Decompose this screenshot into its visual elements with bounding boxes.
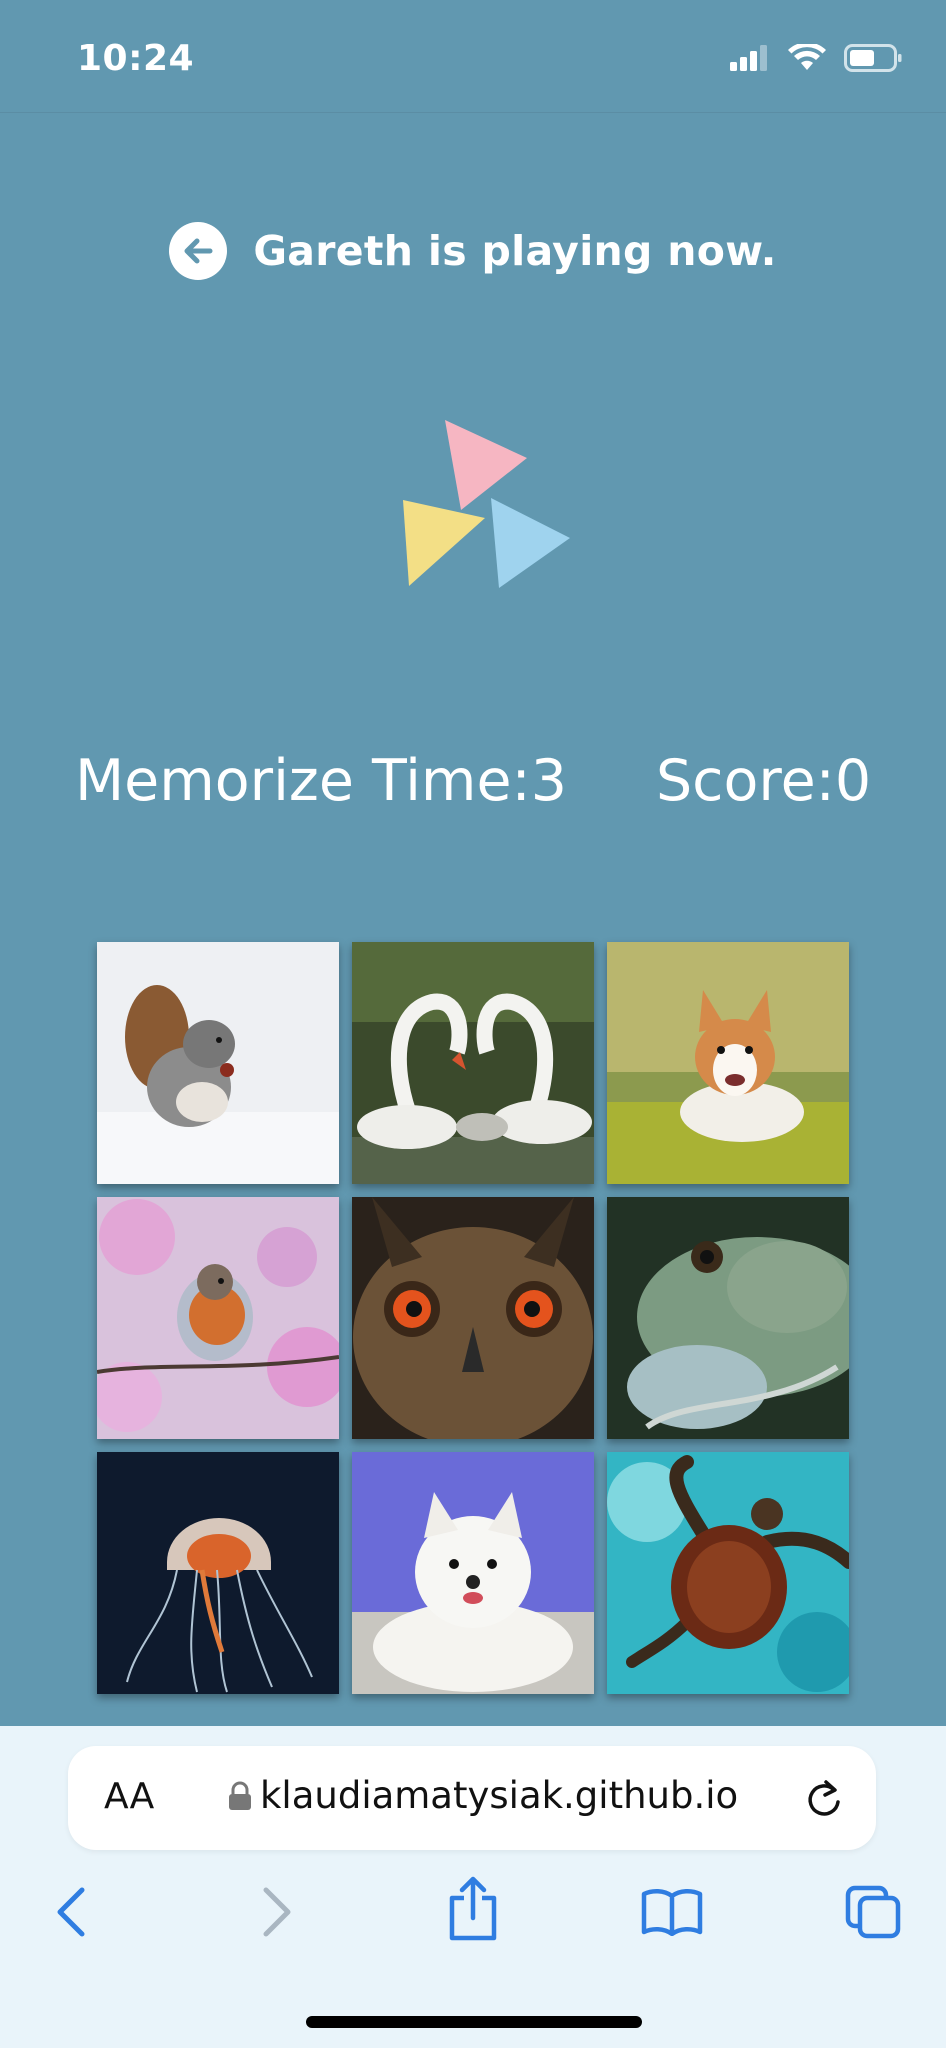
corgi-image [607,942,849,1184]
page-title: Gareth is playing now. [253,227,777,275]
memory-card-grid [97,942,849,1694]
card-tile[interactable] [97,942,339,1184]
url-text: klaudiamatysiak.github.io [260,1774,739,1817]
card-tile[interactable] [352,942,594,1184]
robin-image [97,1197,339,1439]
card-tile[interactable] [607,942,849,1184]
jellyfish-image [97,1452,339,1694]
text-size-button[interactable]: AA [104,1776,154,1817]
lock-icon [229,1781,251,1810]
cellular-signal-icon [730,45,767,71]
battery-icon [844,44,902,72]
app-logo-icon [403,420,570,588]
tabs-icon[interactable] [844,1884,902,1940]
home-indicator [306,2016,642,2028]
card-tile[interactable] [97,1452,339,1694]
card-tile[interactable] [352,1197,594,1439]
browser-bar: AA klaudiamatysiak.github.io [0,1726,946,2048]
memorize-time-label: Memorize Time:3 [75,748,567,814]
turtle-image [607,1452,849,1694]
game-header: Gareth is playing now. [0,216,946,286]
bookmarks-icon[interactable] [640,1886,704,1936]
card-tile[interactable] [97,1197,339,1439]
reload-icon[interactable] [804,1776,844,1820]
card-tile[interactable] [607,1197,849,1439]
status-bar: 10:24 [0,0,946,113]
card-tile[interactable] [352,1452,594,1694]
swans-image [352,942,594,1184]
iguana-image [607,1197,849,1439]
status-icons [730,44,902,72]
owl-image [352,1197,594,1439]
card-tile[interactable] [607,1452,849,1694]
url-display[interactable]: klaudiamatysiak.github.io [228,1774,738,1817]
forward-chevron-icon[interactable] [256,1884,296,1940]
status-time: 10:24 [77,38,195,79]
puppy-image [352,1452,594,1694]
browser-toolbar [0,1876,946,1984]
wifi-icon [788,44,826,70]
share-icon[interactable] [446,1876,500,1942]
arrow-left-icon [184,238,213,264]
squirrel-image [97,942,339,1184]
address-bar[interactable]: AA klaudiamatysiak.github.io [68,1746,876,1850]
score-label: Score:0 [656,748,872,814]
back-chevron-icon[interactable] [52,1884,92,1940]
back-button[interactable] [169,222,228,280]
